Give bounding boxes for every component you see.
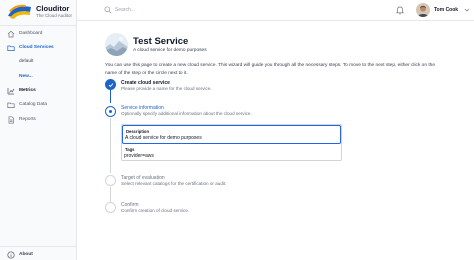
step-2-description: Optionally specify additional informatio… (121, 111, 252, 116)
wizard-intro: You can use this page to create a new cl… (105, 63, 436, 76)
bell-icon[interactable] (395, 5, 405, 15)
sidebar-item-cloud-services[interactable]: Cloud Services (0, 43, 77, 53)
tags-field: Tags (122, 144, 341, 161)
sidebar-item-reports[interactable]: Reports (0, 115, 77, 125)
sidebar-item-label: Catalog Data (19, 102, 47, 107)
home-icon (7, 30, 15, 38)
sidebar-item-catalog-data[interactable]: Catalog Data (0, 100, 77, 110)
search-icon (104, 6, 112, 14)
step-4-circle[interactable] (105, 202, 116, 213)
sidebar-subitem-default[interactable]: default (0, 57, 77, 67)
step-connector (110, 118, 111, 173)
info-icon (7, 251, 15, 259)
service-icon (105, 33, 128, 56)
sidebar-item-label: Dashboard (19, 31, 43, 36)
sidebar-subitem-new[interactable]: New... (0, 72, 77, 82)
divider (0, 246, 76, 247)
sidebar: Clouditor The Cloud Auditor Dashboard Cl… (0, 0, 77, 260)
step-connector (110, 90, 111, 103)
step-3-circle[interactable] (105, 175, 116, 186)
step-connector (110, 187, 111, 202)
step-3-description: Select relevant catalogs for the certifi… (121, 181, 227, 186)
divider (0, 25, 76, 26)
sidebar-item-about[interactable]: About (0, 250, 77, 260)
step-2-circle[interactable] (105, 106, 116, 117)
sidebar-item-dashboard[interactable]: Dashboard (0, 29, 77, 39)
sidebar-item-label: Reports (19, 117, 36, 122)
sidebar-item-metrics[interactable]: Metrics (0, 86, 77, 96)
description-input[interactable] (125, 134, 335, 142)
sidebar-subitem-label: New... (19, 74, 33, 79)
description-field: Description (122, 125, 341, 144)
search-input[interactable] (115, 4, 265, 16)
topbar: Tom Cook (77, 0, 474, 21)
user-name[interactable]: Tom Cook (434, 7, 458, 13)
brand[interactable]: Clouditor The Cloud Auditor (6, 3, 74, 20)
page-subtitle: A cloud service for demo purposes (133, 48, 207, 53)
document-icon (8, 116, 14, 124)
folder-icon (7, 102, 15, 108)
sidebar-item-label: Metrics (19, 88, 36, 93)
step-1-description: Please provide a name for the cloud serv… (121, 86, 212, 91)
service-info-form: Description Tags (121, 124, 342, 161)
chart-icon (7, 88, 15, 95)
chevron-down-icon[interactable] (464, 7, 470, 13)
sidebar-item-label: About (19, 252, 33, 257)
avatar[interactable] (416, 3, 430, 17)
step-4-description: Confirm creation of cloud service. (121, 208, 190, 213)
app-subtitle: The Cloud Auditor (36, 13, 73, 18)
tags-input[interactable] (124, 152, 334, 160)
sidebar-item-label: Cloud Services (19, 45, 54, 50)
folder-icon (7, 45, 15, 51)
step-1-circle[interactable] (105, 79, 116, 90)
sidebar-subitem-label: default (19, 59, 34, 64)
page-title: Test Service (133, 36, 189, 47)
app-name: Clouditor (36, 4, 70, 13)
clouditor-logo (8, 4, 31, 19)
check-icon (108, 82, 113, 87)
